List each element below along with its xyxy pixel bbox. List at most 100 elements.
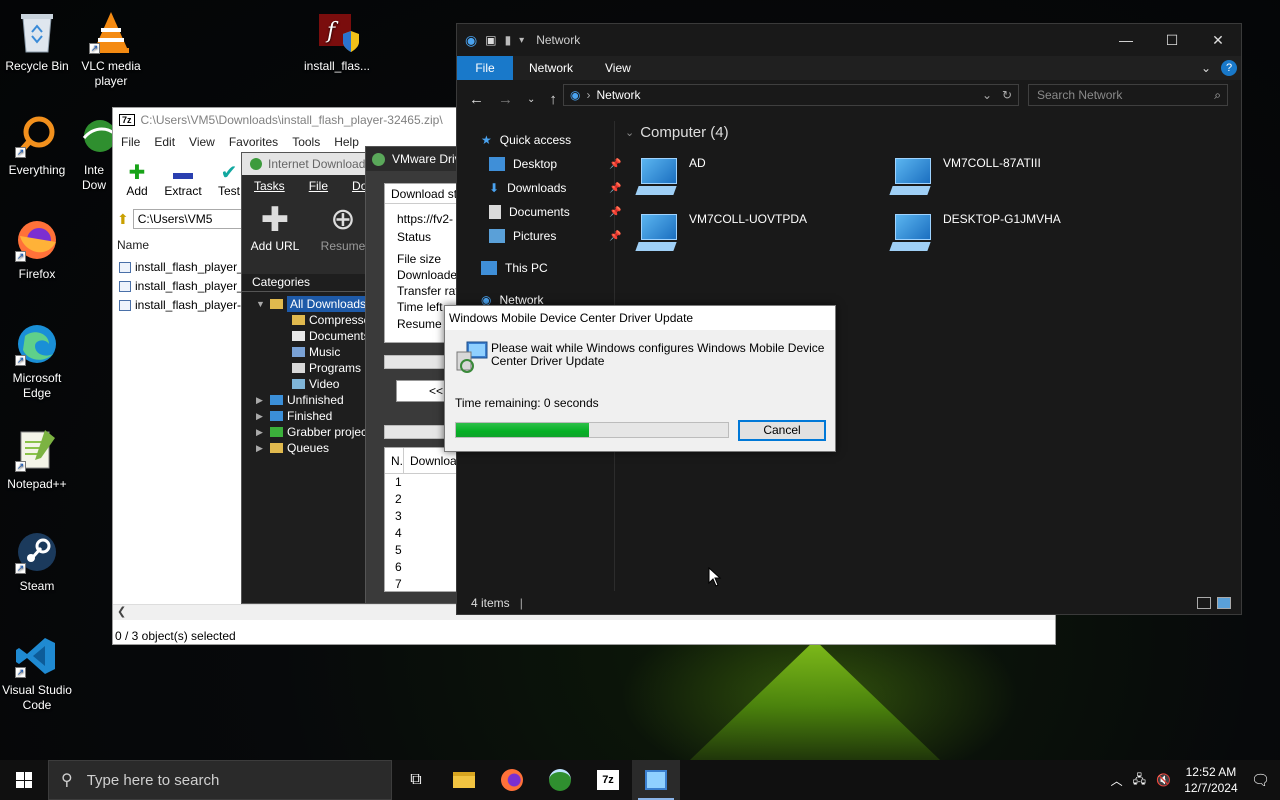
maximize-button[interactable]: ☐ (1149, 24, 1195, 56)
wmdc-driver-update-dialog[interactable]: Windows Mobile Device Center Driver Upda… (444, 305, 836, 452)
show-hidden-icons-icon[interactable]: ︿ (1111, 772, 1123, 789)
tab-view[interactable]: View (589, 56, 647, 80)
clock[interactable]: 12:52 AM 12/7/2024 (1181, 764, 1241, 796)
expand-ribbon-icon[interactable]: ⌄ (1201, 61, 1211, 75)
nav-pictures[interactable]: Pictures 📌 (489, 229, 621, 243)
taskbar-7zip[interactable]: 7z (584, 760, 632, 800)
back-button[interactable]: ← (469, 91, 484, 108)
idm-menu-file[interactable]: File (309, 175, 328, 197)
close-button[interactable]: ✕ (1195, 24, 1241, 56)
cancel-button[interactable]: Cancel (738, 420, 826, 441)
idm-title[interactable]: Internet Download Manager (242, 153, 370, 175)
new-folder-icon[interactable]: ▮ (505, 33, 512, 47)
desktop-icon-everything[interactable]: ↗ Everything (0, 112, 74, 178)
tree-item-documents[interactable]: Documents (292, 328, 370, 344)
add-button[interactable]: ✚ Add (117, 162, 157, 198)
dialog-title[interactable]: Windows Mobile Device Center Driver Upda… (445, 306, 835, 330)
tree-item-music[interactable]: Music (292, 344, 340, 360)
desktop-icon-vscode[interactable]: ↗ Visual Studio Code (0, 632, 74, 713)
taskbar-file-explorer[interactable] (440, 760, 488, 800)
desktop-icon-edge[interactable]: ↗ Microsoft Edge (0, 320, 74, 401)
address-dropdown-icon[interactable]: ⌄ (982, 88, 992, 102)
network-computer-item[interactable]: VM7COLL-UOVTPDA (635, 212, 807, 254)
add-url-button[interactable]: ✚ Add URL (250, 201, 300, 269)
network-computer-item[interactable]: VM7COLL-87ATIII (889, 156, 1041, 198)
desktop-icon-label: Recycle Bin (5, 59, 69, 73)
tree-item-programs[interactable]: Programs (292, 360, 361, 376)
resume-button[interactable]: ⊕ Resume (318, 201, 368, 269)
network-computer-item[interactable]: DESKTOP-G1JMVHA (889, 212, 1061, 254)
desktop-icon-recycle-bin[interactable]: Recycle Bin (0, 8, 74, 74)
tab-file[interactable]: File (457, 56, 513, 80)
tree-item-queues[interactable]: ▶ Queues (256, 440, 329, 456)
tree-item-unfinished[interactable]: ▶ Unfinished (256, 392, 344, 408)
column-n[interactable]: N. (385, 448, 404, 473)
tree-item-all-downloads[interactable]: ▼ All Downloads (256, 296, 370, 312)
idm-menu-tasks[interactable]: Tasks (254, 175, 285, 197)
extract-button[interactable]: ▬ Extract (163, 162, 203, 198)
group-header-computer[interactable]: ⌄ Computer (4) (625, 124, 729, 141)
nav-downloads[interactable]: ⬇ Downloads 📌 (489, 181, 621, 195)
sevenzip-address-input[interactable]: C:\Users\VM5 (132, 209, 243, 229)
recent-locations-icon[interactable]: ⌄ (527, 94, 535, 105)
quick-access-toolbar-dropdown-icon[interactable]: ▾ (519, 35, 524, 46)
network-computer-item[interactable]: AD (635, 156, 706, 198)
sevenzip-menu-favorites[interactable]: Favorites (229, 135, 278, 149)
pin-icon[interactable]: 📌 (609, 207, 621, 218)
tree-item-video[interactable]: Video (292, 376, 339, 392)
desktop-icon-idm[interactable]: Inte Dow (74, 112, 114, 193)
network-status-icon[interactable]: 🖧 (1133, 770, 1146, 791)
taskbar-search-box[interactable]: ⚲ Type here to search (48, 760, 392, 800)
column-header-name[interactable]: Name (117, 238, 149, 252)
volume-muted-icon[interactable]: 🔇 (1156, 773, 1171, 787)
tab-download-status[interactable]: Download status (385, 184, 459, 204)
pin-icon[interactable]: 📌 (609, 183, 621, 194)
breadcrumb[interactable]: Network (596, 88, 640, 102)
tree-item-grabber-projects[interactable]: ▶ Grabber projects (256, 424, 370, 440)
scroll-left-icon[interactable]: ❮ (117, 605, 126, 618)
forward-button[interactable]: → (498, 91, 513, 108)
minimize-button[interactable]: — (1103, 24, 1149, 56)
tree-item-compressed[interactable]: Compressed (292, 312, 370, 328)
sevenzip-menu-tools[interactable]: Tools (292, 135, 320, 149)
pin-icon[interactable]: 📌 (609, 159, 621, 170)
desktop-icon-flash-installer[interactable]: f install_flas... (300, 8, 374, 74)
nav-quick-access[interactable]: ★ Quick access (481, 133, 571, 147)
file-row[interactable]: install_flash_player- (119, 298, 241, 312)
search-input[interactable]: Search Network ⌕ (1028, 84, 1228, 106)
help-icon[interactable]: ? (1221, 60, 1237, 76)
desktop-icon-steam[interactable]: ↗ Steam (0, 528, 74, 594)
file-row[interactable]: install_flash_player_ (119, 279, 244, 293)
details-view-icon[interactable] (1197, 597, 1211, 609)
up-button[interactable]: ↑ (549, 91, 557, 108)
vmware-title[interactable]: VMware Driver (366, 147, 459, 171)
desktop-icon-firefox[interactable]: ↗ Firefox (0, 216, 74, 282)
taskbar-idm[interactable] (536, 760, 584, 800)
nav-this-pc[interactable]: This PC (481, 261, 548, 275)
file-row[interactable]: install_flash_player_ (119, 260, 244, 274)
notifications-icon[interactable]: 🗨 (1251, 771, 1270, 789)
tab-network[interactable]: Network (513, 56, 589, 80)
start-button[interactable] (0, 760, 48, 800)
folder-up-icon[interactable]: ⬆ (117, 211, 129, 228)
task-view-icon: ⧉ (410, 771, 422, 788)
refresh-icon[interactable]: ↻ (1002, 88, 1012, 102)
nav-desktop[interactable]: Desktop 📌 (489, 157, 621, 171)
task-view-button[interactable]: ⧉ (392, 760, 440, 800)
download-url: https://fv2- (397, 212, 454, 226)
pin-icon[interactable]: 📌 (609, 231, 621, 242)
taskbar-wmdc-installer[interactable] (632, 760, 680, 800)
desktop-icon-vlc[interactable]: ↗ VLC media player (74, 8, 148, 89)
sevenzip-menu-help[interactable]: Help (334, 135, 359, 149)
idm-window[interactable]: Internet Download Manager Tasks File Dov… (241, 152, 371, 604)
sevenzip-menu-file[interactable]: File (121, 135, 140, 149)
tree-item-finished[interactable]: ▶ Finished (256, 408, 332, 424)
sevenzip-menu-view[interactable]: View (189, 135, 215, 149)
sevenzip-menu-edit[interactable]: Edit (154, 135, 175, 149)
large-icons-view-icon[interactable] (1217, 597, 1231, 609)
explorer-address-bar[interactable]: ◉ › Network ⌄ ↻ (563, 84, 1019, 106)
desktop-icon-notepadpp[interactable]: ↗ Notepad++ (0, 426, 74, 492)
properties-icon[interactable]: ▣ (485, 33, 496, 47)
taskbar-firefox[interactable] (488, 760, 536, 800)
nav-documents[interactable]: Documents 📌 (489, 205, 621, 219)
